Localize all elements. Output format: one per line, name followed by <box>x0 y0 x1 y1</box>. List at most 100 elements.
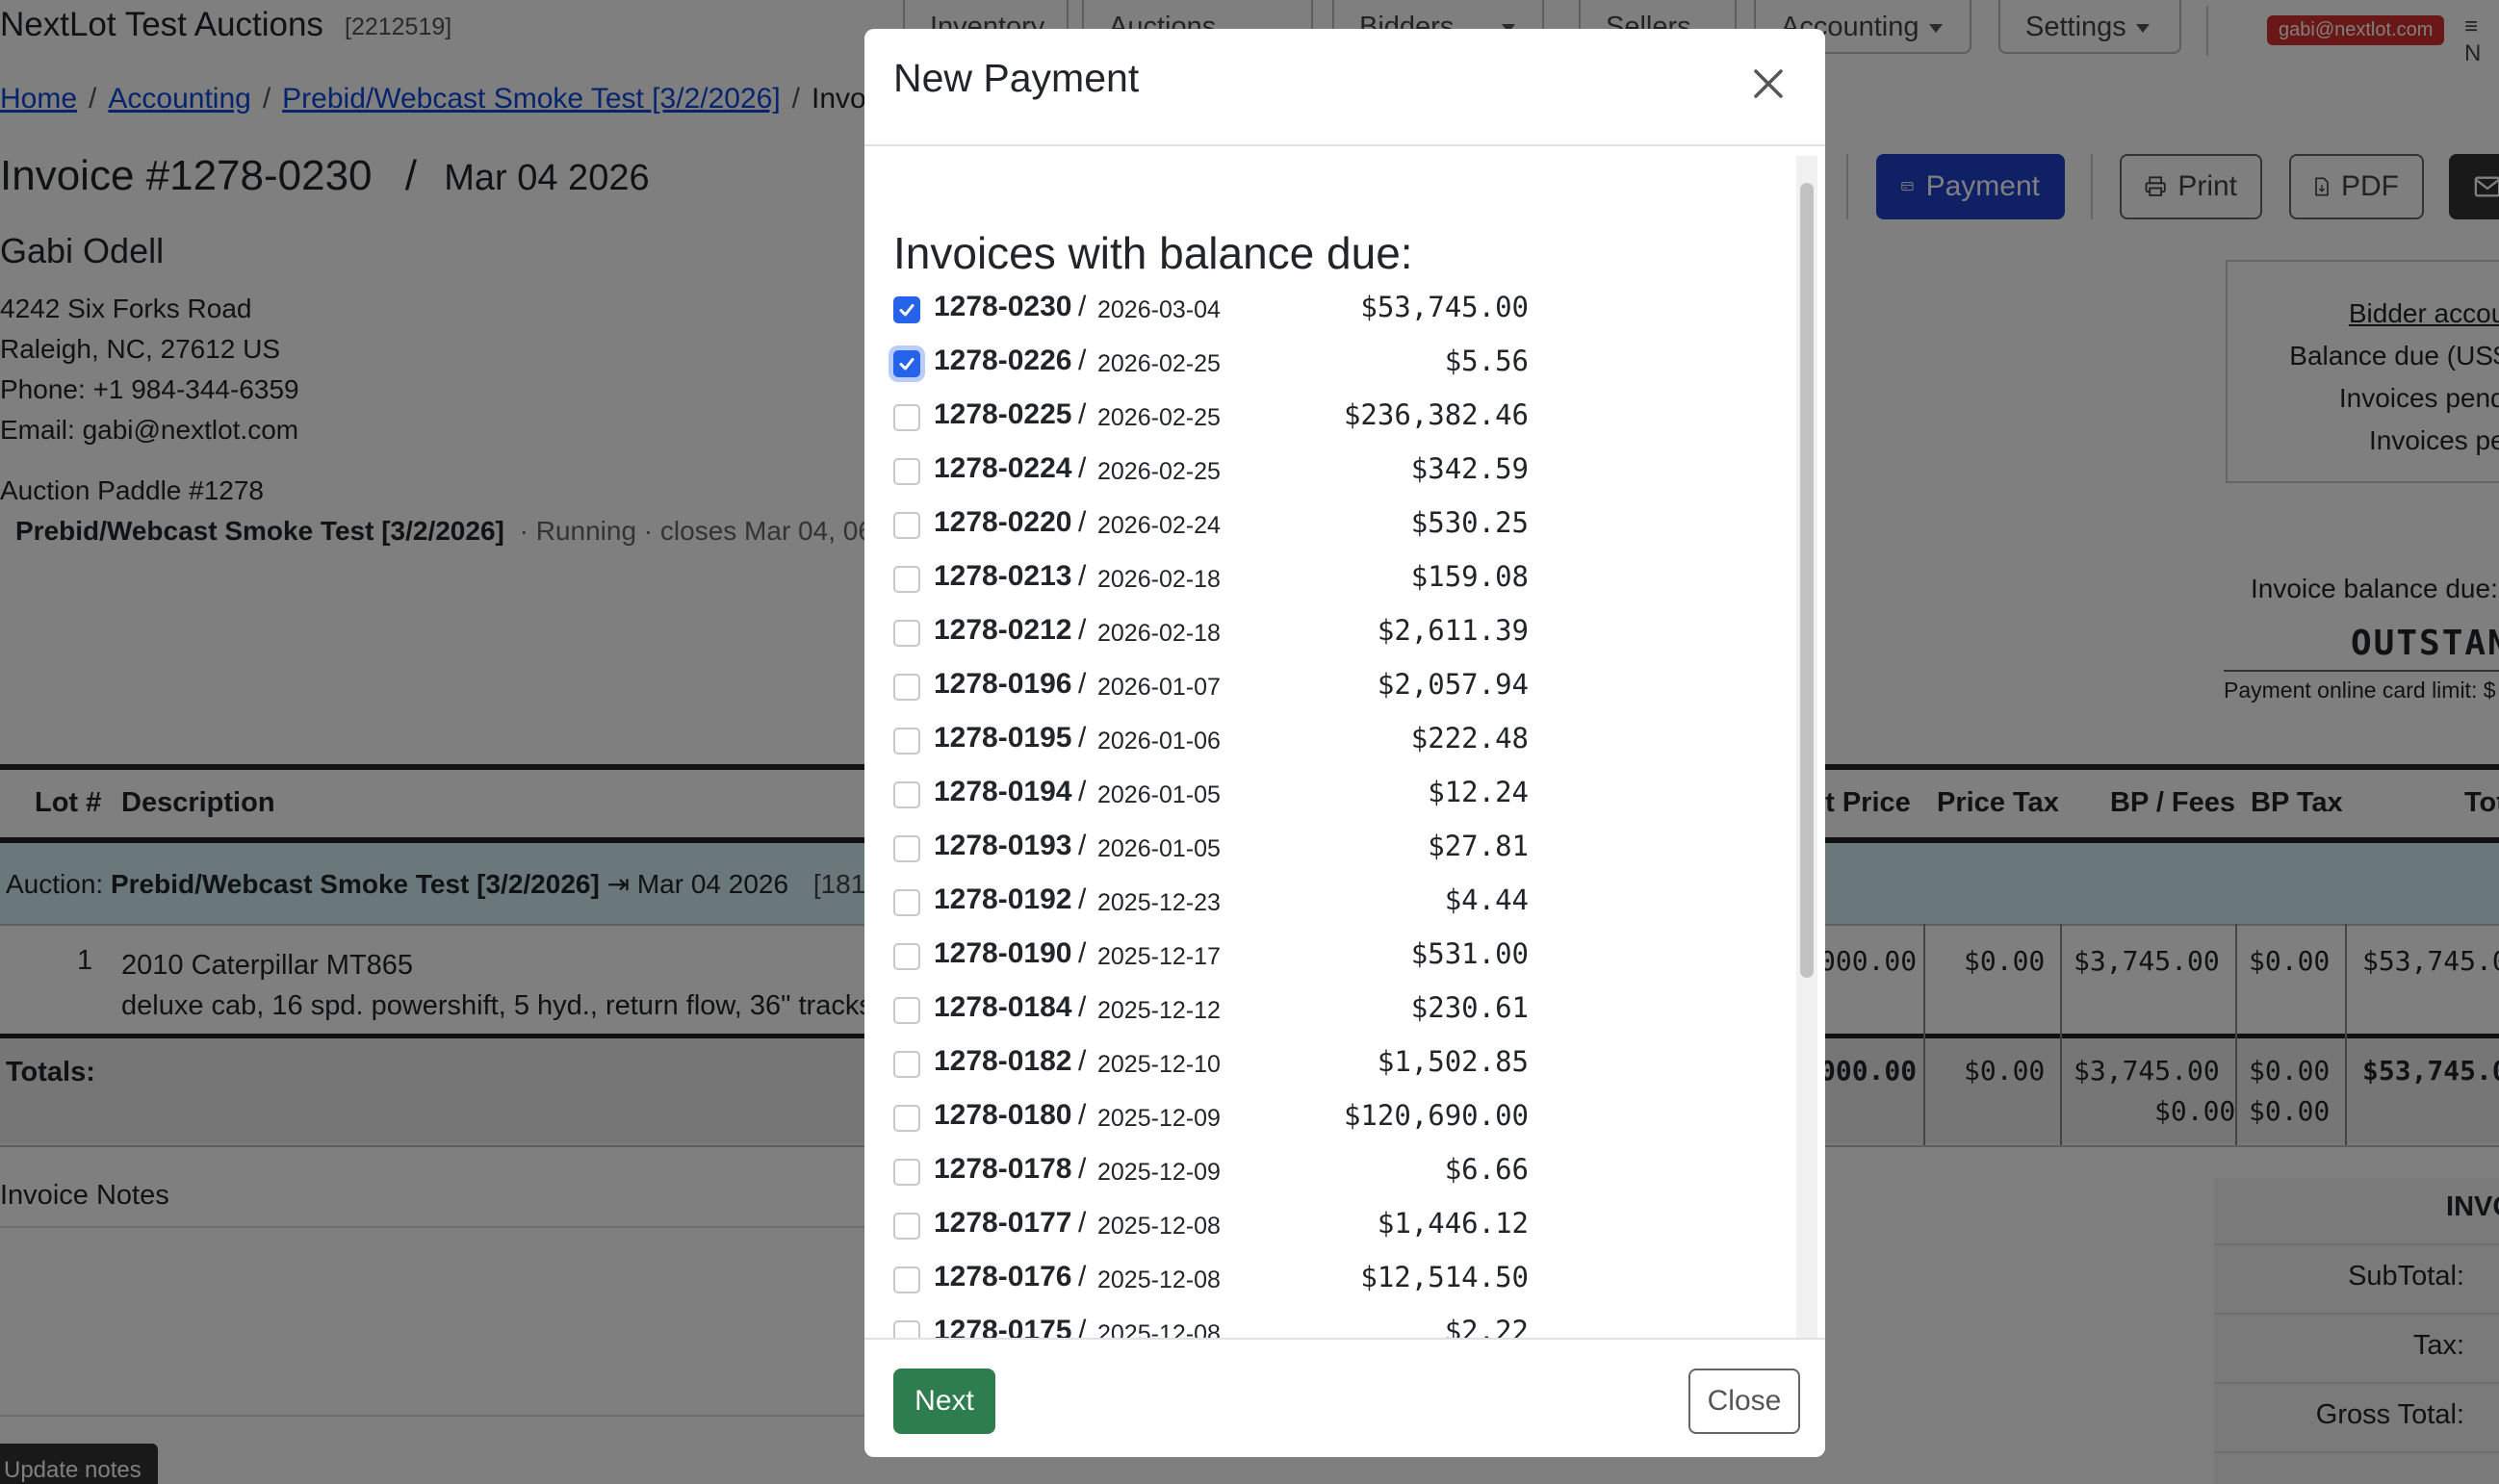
invoice-separator: / <box>1078 1099 1087 1131</box>
invoice-amount: $530.25 <box>1410 506 1529 539</box>
invoice-checkbox[interactable] <box>893 512 920 539</box>
invoice-amount: $27.81 <box>1428 830 1529 862</box>
invoice-row: 1278-0195/ 2026-01-06 $222.48 <box>893 718 1529 772</box>
invoice-amount: $4.44 <box>1444 883 1529 916</box>
invoice-separator: / <box>1078 345 1087 376</box>
invoice-number: 1278-0190 <box>934 937 1072 969</box>
invoice-separator: / <box>1078 291 1087 322</box>
invoice-date: 2025-12-12 <box>1097 997 1221 1024</box>
scrollbar-thumb[interactable] <box>1800 183 1814 978</box>
invoice-date: 2026-01-05 <box>1097 781 1221 808</box>
invoice-checkbox[interactable] <box>893 620 920 647</box>
invoice-separator: / <box>1078 991 1087 1023</box>
invoice-row: 1278-0177/ 2025-12-08 $1,446.12 <box>893 1203 1529 1257</box>
invoice-separator: / <box>1078 560 1087 592</box>
invoice-date: 2025-12-09 <box>1097 1105 1221 1132</box>
invoice-separator: / <box>1078 937 1087 969</box>
close-button[interactable]: Close <box>1688 1369 1800 1434</box>
invoice-separator: / <box>1078 668 1087 700</box>
invoice-checkbox[interactable] <box>893 674 920 701</box>
checkmark-icon <box>899 304 915 317</box>
invoice-date: 2025-12-08 <box>1097 1267 1221 1293</box>
invoice-amount: $342.59 <box>1410 452 1529 485</box>
invoice-checkbox[interactable] <box>893 1051 920 1078</box>
invoice-checkbox[interactable] <box>893 1105 920 1132</box>
modal-footer: Next Close <box>864 1338 1825 1457</box>
invoice-row: 1278-0194/ 2026-01-05 $12.24 <box>893 772 1529 826</box>
invoice-checkbox[interactable] <box>893 458 920 485</box>
invoice-row: 1278-0213/ 2026-02-18 $159.08 <box>893 556 1529 610</box>
invoice-checkbox[interactable] <box>893 350 920 377</box>
invoice-separator: / <box>1078 722 1087 754</box>
invoice-checkbox[interactable] <box>893 728 920 755</box>
invoice-amount: $53,745.00 <box>1360 291 1529 323</box>
invoice-date: 2025-12-08 <box>1097 1213 1221 1240</box>
invoice-number: 1278-0212 <box>934 614 1072 646</box>
invoice-number: 1278-0196 <box>934 668 1072 700</box>
invoice-checkbox[interactable] <box>893 566 920 593</box>
invoice-row: 1278-0226/ 2026-02-25 $5.56 <box>893 341 1529 395</box>
invoice-checkbox[interactable] <box>893 835 920 862</box>
invoice-row: 1278-0220/ 2026-02-24 $530.25 <box>893 502 1529 556</box>
invoice-number: 1278-0176 <box>934 1261 1072 1292</box>
invoice-checkbox[interactable] <box>893 943 920 970</box>
invoice-date: 2025-12-23 <box>1097 889 1221 916</box>
invoice-number: 1278-0226 <box>934 345 1072 376</box>
invoice-checkbox[interactable] <box>893 781 920 808</box>
invoice-row: 1278-0230/ 2026-03-04 $53,745.00 <box>893 287 1529 341</box>
invoice-date: 2026-01-05 <box>1097 835 1221 862</box>
invoice-checkbox[interactable] <box>893 404 920 431</box>
invoice-amount: $2,611.39 <box>1377 614 1529 647</box>
invoice-date: 2026-01-06 <box>1097 728 1221 755</box>
next-button[interactable]: Next <box>893 1369 995 1434</box>
invoice-row: 1278-0225/ 2026-02-25 $236,382.46 <box>893 395 1529 448</box>
invoice-row: 1278-0182/ 2025-12-10 $1,502.85 <box>893 1041 1529 1095</box>
invoice-number: 1278-0192 <box>934 883 1072 915</box>
invoice-separator: / <box>1078 614 1087 646</box>
invoice-number: 1278-0180 <box>934 1099 1072 1131</box>
invoice-separator: / <box>1078 1261 1087 1292</box>
invoice-date: 2026-02-25 <box>1097 458 1221 485</box>
invoice-separator: / <box>1078 830 1087 861</box>
invoice-date: 2025-12-09 <box>1097 1159 1221 1186</box>
invoice-date: 2025-12-17 <box>1097 943 1221 970</box>
invoice-separator: / <box>1078 1153 1087 1185</box>
invoice-row: 1278-0224/ 2026-02-25 $342.59 <box>893 448 1529 502</box>
invoice-number: 1278-0184 <box>934 991 1072 1023</box>
invoices-heading: Invoices with balance due: <box>893 228 1413 278</box>
invoice-row: 1278-0196/ 2026-01-07 $2,057.94 <box>893 664 1529 718</box>
new-payment-modal: New Payment Invoices with balance due: 1… <box>864 29 1825 1457</box>
invoice-row: 1278-0184/ 2025-12-12 $230.61 <box>893 987 1529 1041</box>
invoice-date: 2026-03-04 <box>1097 296 1221 323</box>
modal-body[interactable]: Invoices with balance due: 1278-0230/202… <box>864 146 1825 1367</box>
invoice-amount: $1,502.85 <box>1377 1045 1529 1078</box>
invoice-row: 1278-0176/ 2025-12-08 $12,514.50 <box>893 1257 1529 1311</box>
invoice-amount: $2,057.94 <box>1377 668 1529 701</box>
invoice-date: 2026-01-07 <box>1097 674 1221 701</box>
invoice-row: 1278-0190/ 2025-12-17 $531.00 <box>893 934 1529 987</box>
invoice-number: 1278-0230 <box>934 291 1072 322</box>
invoice-separator: / <box>1078 883 1087 915</box>
invoice-row: 1278-0192/ 2025-12-23 $4.44 <box>893 880 1529 934</box>
close-icon[interactable] <box>1748 64 1789 104</box>
invoice-number: 1278-0178 <box>934 1153 1072 1185</box>
invoice-checkbox[interactable] <box>893 1159 920 1186</box>
invoice-checkbox[interactable] <box>893 296 920 323</box>
invoice-checkbox[interactable] <box>893 1213 920 1240</box>
invoice-amount: $531.00 <box>1410 937 1529 970</box>
invoice-date: 2026-02-18 <box>1097 566 1221 593</box>
invoice-checkbox[interactable] <box>893 997 920 1024</box>
invoice-number: 1278-0177 <box>934 1207 1072 1239</box>
invoice-amount: $230.61 <box>1410 991 1529 1024</box>
invoice-row: 1278-0212/ 2026-02-18 $2,611.39 <box>893 610 1529 664</box>
invoice-checkbox[interactable] <box>893 889 920 916</box>
invoice-amount: $6.66 <box>1444 1153 1529 1186</box>
invoice-row: 1278-0193/ 2026-01-05 $27.81 <box>893 826 1529 880</box>
invoice-number: 1278-0225 <box>934 398 1072 430</box>
invoice-checkbox[interactable] <box>893 1267 920 1293</box>
invoice-list: 1278-0230/2026-03-04 $53,745.00 1278-0226/… <box>893 287 1529 1365</box>
invoice-number: 1278-0193 <box>934 830 1072 861</box>
invoice-amount: $1,446.12 <box>1377 1207 1529 1240</box>
invoice-row: 1278-0178/ 2025-12-09 $6.66 <box>893 1149 1529 1203</box>
invoice-number: 1278-0220 <box>934 506 1072 538</box>
